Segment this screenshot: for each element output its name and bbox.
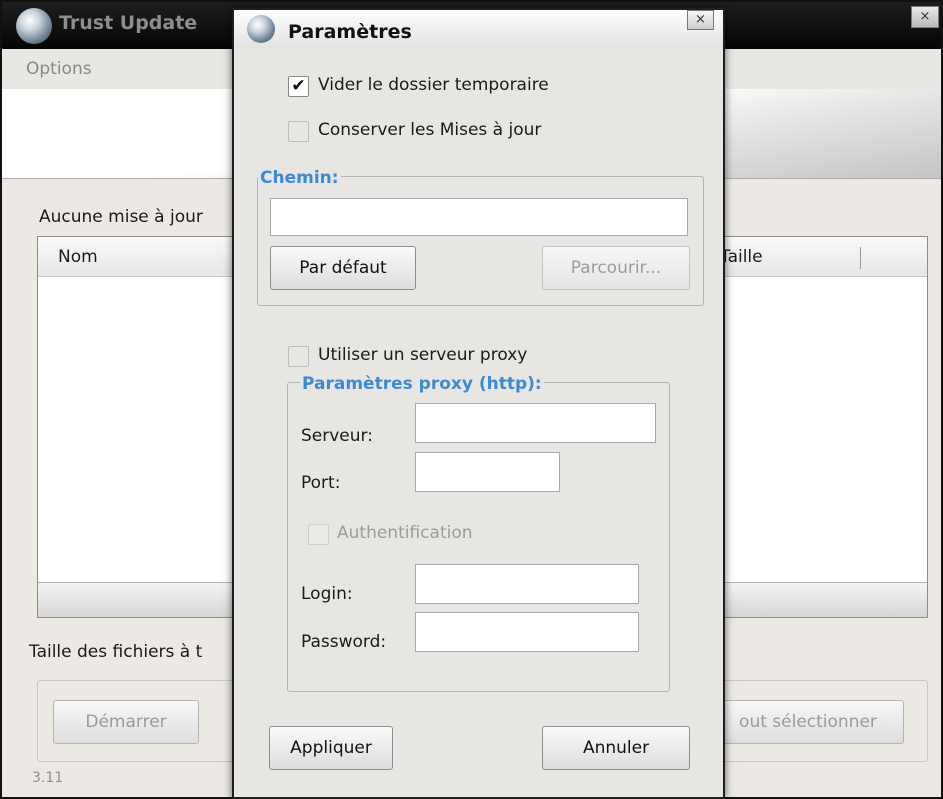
use-proxy-label[interactable]: Utiliser un serveur proxy	[318, 345, 527, 365]
column-header-size[interactable]: Taille	[720, 247, 763, 267]
cancel-button[interactable]: Annuler	[542, 726, 690, 770]
status-text: Aucune mise à jour	[39, 207, 203, 227]
close-icon[interactable]: ×	[911, 6, 939, 28]
globe-icon	[16, 8, 52, 44]
column-separator	[860, 247, 861, 269]
clear-temp-label[interactable]: Vider le dossier temporaire	[318, 75, 549, 95]
path-group-title: Chemin:	[258, 168, 341, 188]
close-icon[interactable]: ×	[687, 10, 714, 30]
window-title: Trust Update	[59, 12, 198, 34]
server-label: Serveur:	[301, 426, 373, 446]
apply-button[interactable]: Appliquer	[269, 726, 393, 770]
browse-button[interactable]: Parcourir...	[542, 246, 690, 290]
password-input[interactable]	[415, 612, 639, 652]
path-input[interactable]	[270, 198, 688, 236]
select-all-button[interactable]: out sélectionner	[712, 700, 904, 744]
menu-item-options[interactable]: Options	[26, 59, 92, 79]
dialog-titlebar[interactable]: Paramètres ×	[234, 10, 723, 48]
server-input[interactable]	[415, 403, 656, 443]
column-header-name[interactable]: Nom	[58, 247, 98, 267]
use-proxy-checkbox[interactable]	[288, 346, 309, 367]
clear-temp-checkbox[interactable]: ✔	[288, 76, 309, 97]
dialog-title: Paramètres	[288, 21, 412, 43]
login-input[interactable]	[415, 564, 639, 604]
port-label: Port:	[301, 473, 341, 493]
keep-updates-checkbox[interactable]	[288, 121, 309, 142]
authentication-checkbox[interactable]	[308, 524, 329, 545]
globe-icon	[247, 15, 275, 43]
settings-dialog: Paramètres × ✔ Vider le dossier temporai…	[232, 8, 725, 799]
port-input[interactable]	[415, 452, 560, 492]
start-button[interactable]: Démarrer	[53, 700, 199, 744]
login-label: Login:	[301, 584, 353, 604]
proxy-group-title: Paramètres proxy (http):	[300, 374, 544, 394]
default-path-button[interactable]: Par défaut	[270, 246, 416, 290]
password-label: Password:	[301, 632, 387, 652]
version-label: 3.11	[32, 770, 64, 786]
file-size-label: Taille des fichiers à t	[29, 642, 203, 662]
keep-updates-label[interactable]: Conserver les Mises à jour	[318, 120, 541, 140]
authentication-label[interactable]: Authentification	[337, 523, 473, 543]
